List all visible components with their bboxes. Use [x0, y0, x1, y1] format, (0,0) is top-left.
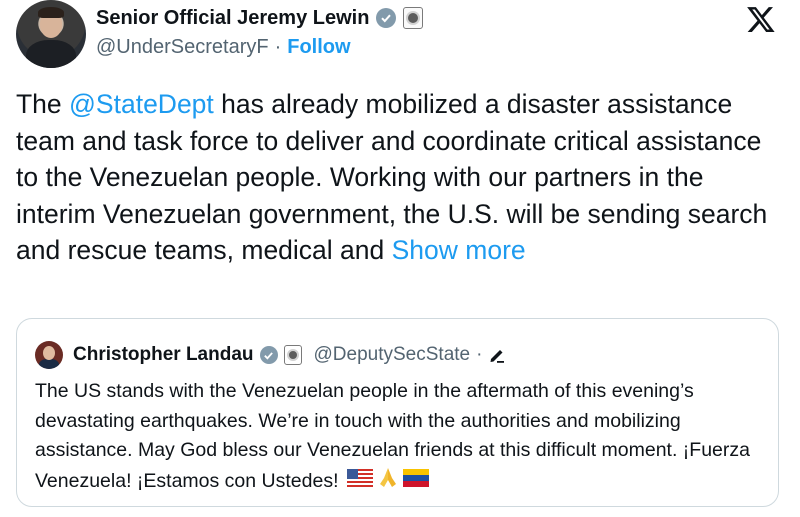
author-handle-line: @UnderSecretaryF · Follow — [96, 36, 351, 59]
quoted-tweet[interactable]: Christopher Landau @DeputySecState · The… — [16, 318, 779, 507]
quoted-header: Christopher Landau @DeputySecState · — [35, 341, 506, 369]
verified-badge-icon[interactable] — [259, 346, 278, 364]
tweet-header: Senior Official Jeremy Lewin @UnderSecre… — [16, 0, 786, 70]
tweet-text-prefix: The — [16, 89, 70, 119]
separator-dot: · — [274, 36, 282, 58]
quoted-author-handle[interactable]: @DeputySecState — [314, 344, 471, 366]
x-logo-icon[interactable] — [744, 4, 778, 34]
praying-hands-icon — [376, 466, 400, 498]
us-flag-icon — [346, 467, 373, 497]
quoted-avatar[interactable] — [35, 341, 63, 369]
quoted-author-name[interactable]: Christopher Landau — [73, 344, 254, 366]
quoted-text: The US stands with the Venezuelan people… — [35, 377, 770, 497]
government-affiliation-icon[interactable] — [283, 345, 302, 365]
venezuela-flag-icon — [402, 467, 429, 497]
follow-button[interactable]: Follow — [287, 36, 350, 59]
author-handle[interactable]: @UnderSecretaryF — [96, 36, 269, 59]
government-affiliation-icon[interactable] — [403, 7, 424, 29]
show-more-link[interactable]: Show more — [392, 235, 526, 265]
author-avatar[interactable] — [16, 0, 86, 68]
edited-pencil-icon — [490, 350, 505, 363]
mention-link[interactable]: @StateDept — [69, 89, 214, 119]
author-name-line: Senior Official Jeremy Lewin — [96, 5, 424, 31]
author-name[interactable]: Senior Official Jeremy Lewin — [96, 7, 369, 30]
verified-badge-icon[interactable] — [376, 8, 397, 28]
separator-dot: · — [476, 344, 483, 365]
tweet-text: The @StateDept has already mobilized a d… — [16, 86, 786, 269]
